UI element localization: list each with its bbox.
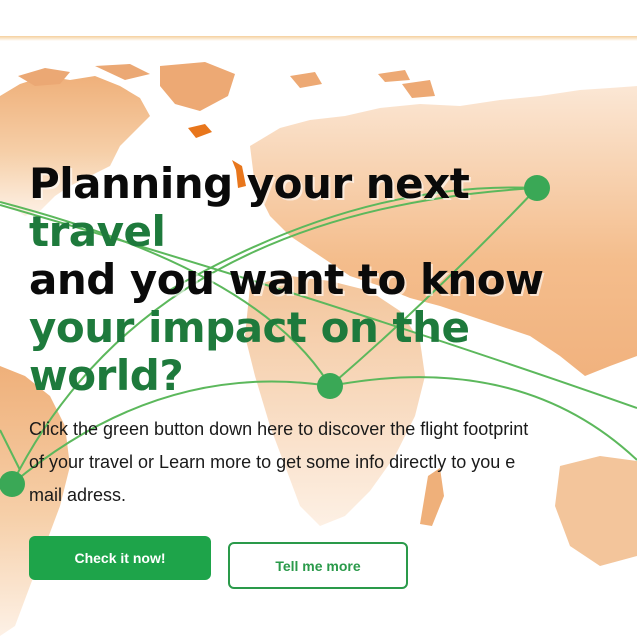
hero-title-line: and you want to know — [29, 255, 544, 304]
top-navigation-bar — [0, 0, 637, 36]
route-node-dot — [0, 471, 25, 497]
hero-title-line: travel — [29, 207, 166, 256]
hero-title-line: world? — [29, 351, 184, 400]
page: Planning your next travel and you want t… — [0, 0, 637, 636]
hero-title-line: Planning your next — [29, 159, 470, 208]
top-bar-shadow — [0, 36, 637, 41]
tell-me-more-button[interactable]: Tell me more — [228, 542, 408, 589]
hero-title: Planning your next travel and you want t… — [29, 160, 629, 400]
route-line — [0, 429, 21, 471]
hero-description: Click the green button down here to disc… — [29, 419, 529, 505]
check-it-now-button[interactable]: Check it now! — [29, 536, 211, 580]
hero-title-line: your impact on the — [29, 303, 470, 352]
